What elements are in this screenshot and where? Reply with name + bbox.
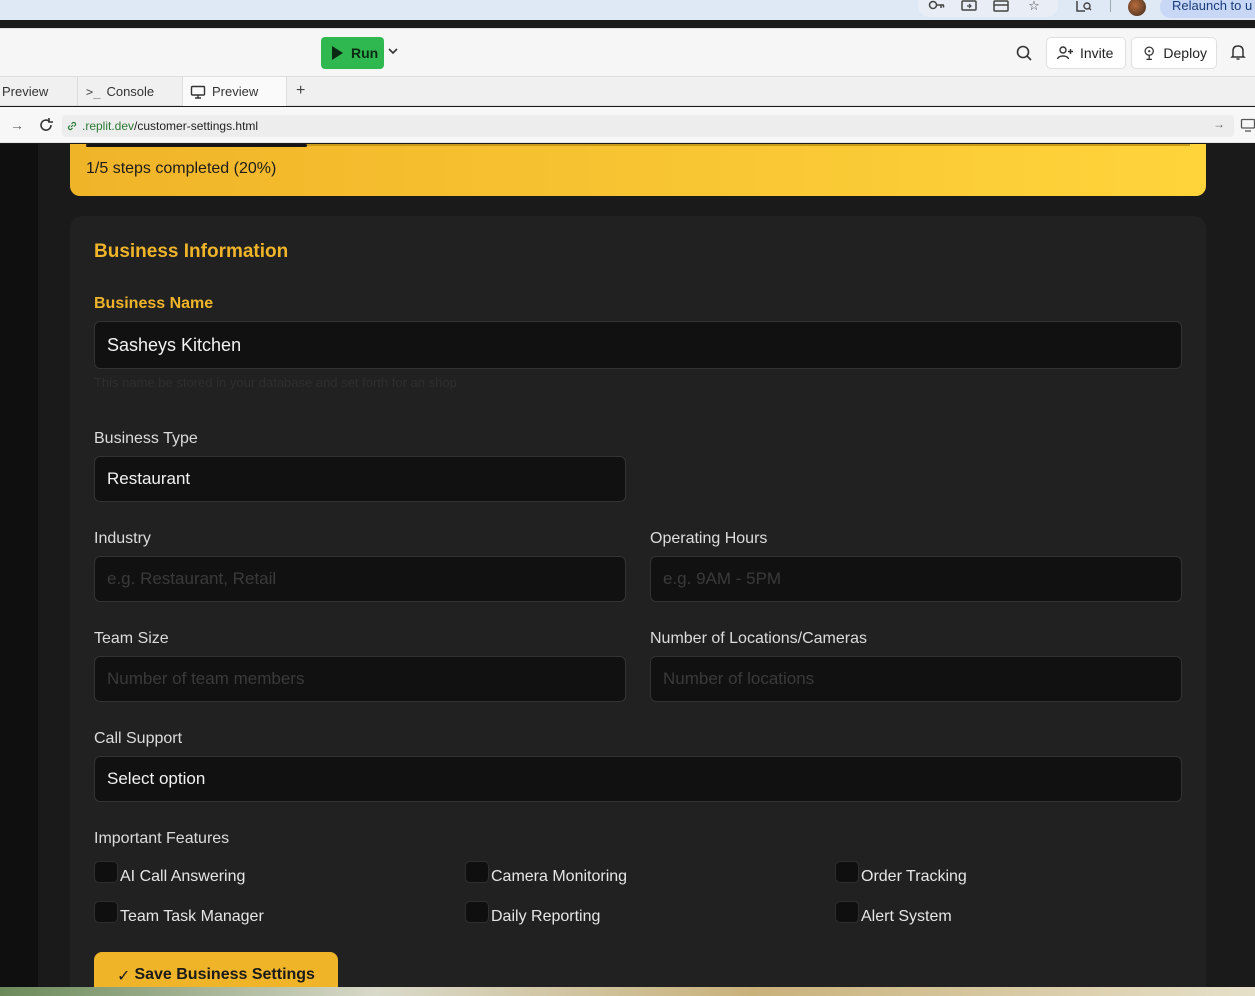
- check-icon: ✓: [117, 968, 131, 985]
- feature-label: Camera Monitoring: [491, 868, 628, 885]
- tab-console[interactable]: >_ Console: [78, 77, 183, 106]
- deploy-icon: [1144, 46, 1154, 61]
- industry-label: Industry: [94, 530, 151, 547]
- chevron-down-icon[interactable]: [386, 43, 400, 61]
- feature-label: Daily Reporting: [491, 908, 601, 925]
- deploy-button[interactable]: Deploy: [1131, 37, 1217, 69]
- add-user-icon: [1056, 46, 1073, 60]
- feature-label: Team Task Manager: [120, 908, 264, 925]
- feature-daily-reporting[interactable]: Daily Reporting: [465, 901, 600, 926]
- key-icon[interactable]: [928, 0, 946, 14]
- url-host: .replit.dev: [82, 119, 135, 133]
- feature-order-tracking[interactable]: Order Tracking: [835, 861, 967, 886]
- feature-label: AI Call Answering: [120, 868, 246, 885]
- device-icon[interactable]: [1240, 118, 1255, 132]
- feature-checkbox[interactable]: [94, 901, 118, 923]
- locations-label: Number of Locations/Cameras: [650, 630, 867, 647]
- operating-hours-label: Operating Hours: [650, 530, 768, 547]
- locations-input[interactable]: [650, 656, 1182, 702]
- save-label: Save Business Settings: [134, 966, 315, 983]
- feature-checkbox[interactable]: [465, 861, 489, 883]
- star-icon[interactable]: ☆: [1025, 0, 1043, 14]
- search-icon[interactable]: [1014, 43, 1034, 63]
- call-support-label: Call Support: [94, 730, 183, 747]
- cast-icon[interactable]: [960, 0, 978, 14]
- profile-avatar[interactable]: [1128, 0, 1146, 16]
- progress-track: [86, 144, 1190, 147]
- preview-address-bar: → .replit.dev/customer-settings.html →: [0, 107, 1255, 143]
- feature-checkbox[interactable]: [465, 901, 489, 923]
- feature-checkbox[interactable]: [94, 861, 118, 883]
- tab-label: Console: [106, 84, 155, 99]
- feature-checkbox[interactable]: [835, 861, 859, 883]
- pane-tabs: Preview >_ Console Preview +: [0, 76, 1255, 106]
- operating-hours-input[interactable]: [650, 556, 1182, 602]
- feature-camera-monitoring[interactable]: Camera Monitoring: [465, 861, 627, 886]
- deploy-label: Deploy: [1163, 45, 1207, 61]
- tab-preview-1[interactable]: Preview: [0, 77, 78, 106]
- feature-ai-call-answering[interactable]: AI Call Answering: [94, 861, 245, 886]
- browser-toolbar: ☆ Relaunch to u: [0, 0, 1255, 20]
- business-type-select[interactable]: Restaurant: [94, 456, 626, 502]
- feature-label: Alert System: [861, 908, 952, 925]
- feature-checkbox[interactable]: [835, 901, 859, 923]
- url-field[interactable]: .replit.dev/customer-settings.html: [62, 115, 1234, 137]
- forward-arrow-icon[interactable]: →: [10, 117, 26, 133]
- add-tab-icon[interactable]: +: [296, 83, 305, 99]
- reading-mode-icon[interactable]: [1075, 0, 1093, 14]
- setup-progress-card: 1/5 steps completed (20%): [70, 144, 1206, 196]
- toolbar-divider: [1110, 0, 1111, 12]
- tab-label: Preview: [2, 84, 49, 99]
- feature-label: Order Tracking: [861, 868, 967, 885]
- terminal-icon: >_: [86, 84, 101, 99]
- tab-search-icon[interactable]: [992, 0, 1010, 14]
- team-size-label: Team Size: [94, 630, 169, 647]
- go-arrow-icon[interactable]: →: [1213, 117, 1225, 131]
- run-label: Run: [351, 45, 379, 61]
- business-type-label: Business Type: [94, 430, 198, 447]
- invite-button[interactable]: Invite: [1046, 37, 1126, 69]
- reload-icon[interactable]: [37, 116, 55, 134]
- feature-alert-system[interactable]: Alert System: [835, 901, 952, 926]
- workspace-header: Run Invite Deploy: [0, 28, 1255, 76]
- play-icon: [332, 46, 343, 60]
- bell-icon[interactable]: [1228, 42, 1248, 62]
- link-icon: [67, 121, 77, 131]
- features-label: Important Features: [94, 830, 230, 847]
- industry-input[interactable]: [94, 556, 626, 602]
- team-size-input[interactable]: [94, 656, 626, 702]
- section-title: Business Information: [94, 241, 289, 262]
- tab-preview-2[interactable]: Preview: [183, 77, 287, 106]
- business-type-value: Restaurant: [107, 469, 191, 488]
- business-name-label: Business Name: [94, 295, 214, 312]
- feature-team-task-manager[interactable]: Team Task Manager: [94, 901, 264, 926]
- monitor-icon: [190, 85, 206, 99]
- invite-label: Invite: [1080, 45, 1114, 61]
- desktop-strip: [0, 987, 1255, 996]
- run-button[interactable]: Run: [321, 37, 384, 69]
- url-path: /customer-settings.html: [134, 119, 259, 133]
- tab-label: Preview: [212, 84, 259, 99]
- business-name-helper: This name be stored in your database and…: [94, 375, 457, 390]
- call-support-select[interactable]: Select option: [94, 756, 1182, 802]
- progress-fill: [86, 144, 307, 147]
- business-name-input[interactable]: [94, 321, 1182, 369]
- relaunch-button[interactable]: Relaunch to u: [1160, 0, 1255, 18]
- progress-text: 1/5 steps completed (20%): [86, 160, 277, 177]
- call-support-value: Select option: [107, 769, 206, 788]
